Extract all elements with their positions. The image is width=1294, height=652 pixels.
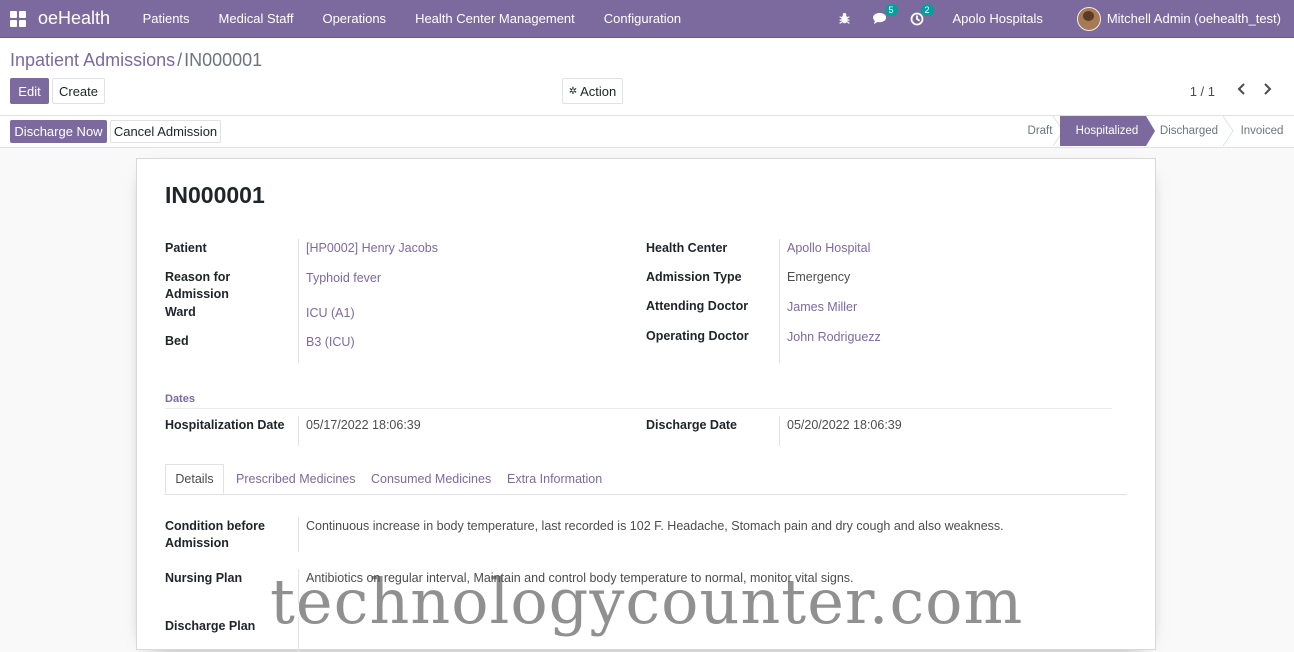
control-panel: Inpatient Admissions / IN000001 Edit Creat… — [0, 38, 1294, 116]
menu-operations[interactable]: Operations — [308, 11, 401, 26]
watermark: technologycounter.com — [270, 565, 1024, 638]
gear-icon: ✲ — [568, 85, 578, 97]
condition-label-line1: Condition before — [165, 519, 265, 533]
chevron-left-icon[interactable] — [1237, 82, 1247, 99]
top-navbar: oeHealth Patients Medical Staff Operatio… — [0, 0, 1294, 38]
app-brand[interactable]: oeHealth — [38, 8, 110, 29]
nursing-plan-label: Nursing Plan — [165, 571, 243, 585]
health-center-field[interactable]: Apollo Hospital — [787, 240, 870, 257]
discharge-now-button[interactable]: Discharge Now — [10, 120, 107, 143]
discharge-date-label: Discharge Date — [646, 418, 738, 432]
discharge-plan-label: Discharge Plan — [165, 619, 256, 633]
field-divider — [779, 239, 780, 363]
reason-label-line2: Admission — [165, 287, 229, 301]
reason-label-line1: Reason for — [165, 270, 231, 284]
ward-field[interactable]: ICU (A1) — [306, 305, 355, 322]
menu-health-center-management[interactable]: Health Center Management — [401, 11, 590, 26]
operating-doctor-field[interactable]: John Rodriguezz — [787, 329, 881, 346]
patient-label: Patient — [165, 241, 207, 255]
patient-field[interactable]: [HP0002] Henry Jacobs — [306, 240, 438, 257]
chat-icon[interactable]: 5 — [873, 3, 898, 27]
field-divider — [298, 416, 299, 446]
company-switcher[interactable]: Apolo Hospitals — [953, 11, 1043, 26]
cancel-admission-button[interactable]: Cancel Admission — [110, 120, 221, 143]
hospitalization-date-field[interactable]: 05/17/2022 18:06:39 — [306, 417, 421, 434]
breadcrumb-parent[interactable]: Inpatient Admissions — [10, 50, 175, 70]
breadcrumb-separator: / — [177, 50, 183, 70]
edit-button[interactable]: Edit — [10, 78, 49, 104]
section-separator — [165, 408, 1112, 409]
stage-active-arrow — [1146, 116, 1155, 146]
reason-label: Reason for Admission — [165, 269, 230, 303]
stage-discharged[interactable]: Discharged — [1157, 116, 1221, 146]
bed-label: Bed — [165, 334, 189, 348]
attending-doctor-field[interactable]: James Miller — [787, 299, 857, 316]
user-menu[interactable]: Mitchell Admin (oehealth_test) — [1107, 11, 1281, 26]
field-divider — [298, 517, 299, 552]
ward-label: Ward — [165, 305, 196, 319]
menu-medical-staff[interactable]: Medical Staff — [204, 11, 308, 26]
status-bar: Discharge Now Cancel Admission Draft Hos… — [0, 116, 1294, 148]
dates-section-title: Dates — [165, 393, 195, 405]
tab-details[interactable]: Details — [165, 464, 224, 494]
condition-field[interactable]: Continuous increase in body temperature,… — [306, 518, 1004, 535]
menu-configuration[interactable]: Configuration — [589, 11, 695, 26]
bed-field[interactable]: B3 (ICU) — [306, 334, 355, 351]
tab-consumed-medicines[interactable]: Consumed Medicines — [371, 464, 491, 494]
messages-count-badge: 5 — [884, 3, 898, 16]
record-title: IN000001 — [165, 182, 265, 208]
condition-label-line2: Admission — [165, 536, 229, 550]
notebook-tabs: Details Prescribed Medicines Consumed Me… — [165, 464, 1127, 495]
tab-prescribed-medicines[interactable]: Prescribed Medicines — [236, 464, 356, 494]
condition-label: Condition before Admission — [165, 518, 265, 552]
operating-doctor-label: Operating Doctor — [646, 329, 749, 343]
stage-divider — [1222, 116, 1234, 146]
menu-patients[interactable]: Patients — [128, 11, 204, 26]
admission-type-field[interactable]: Emergency — [787, 269, 850, 286]
stage-hospitalized[interactable]: Hospitalized — [1060, 116, 1146, 146]
avatar[interactable] — [1076, 6, 1101, 31]
apps-menu-icon[interactable] — [10, 10, 26, 27]
field-divider — [779, 416, 780, 446]
breadcrumb-current: IN000001 — [184, 50, 263, 70]
attending-doctor-label: Attending Doctor — [646, 299, 749, 313]
tab-extra-information[interactable]: Extra Information — [507, 464, 602, 494]
stage-invoiced[interactable]: Invoiced — [1236, 116, 1288, 146]
reason-field[interactable]: Typhoid fever — [306, 270, 381, 287]
field-divider — [298, 239, 299, 363]
create-button[interactable]: Create — [52, 78, 105, 104]
action-label: Action — [580, 83, 617, 99]
activities-count-badge: 2 — [920, 3, 934, 16]
hospitalization-date-label: Hospitalization Date — [165, 418, 285, 432]
discharge-date-field[interactable]: 05/20/2022 18:06:39 — [787, 417, 902, 434]
chevron-right-icon[interactable] — [1262, 82, 1272, 99]
health-center-label: Health Center — [646, 241, 728, 255]
pager-value[interactable]: 1 / 1 — [1190, 84, 1215, 99]
bug-icon[interactable] — [837, 11, 853, 27]
action-button[interactable]: ✲ Action — [562, 78, 623, 104]
clock-icon[interactable]: 2 — [909, 3, 934, 27]
breadcrumb: Inpatient Admissions / IN000001 — [10, 50, 262, 71]
admission-type-label: Admission Type — [646, 270, 742, 284]
